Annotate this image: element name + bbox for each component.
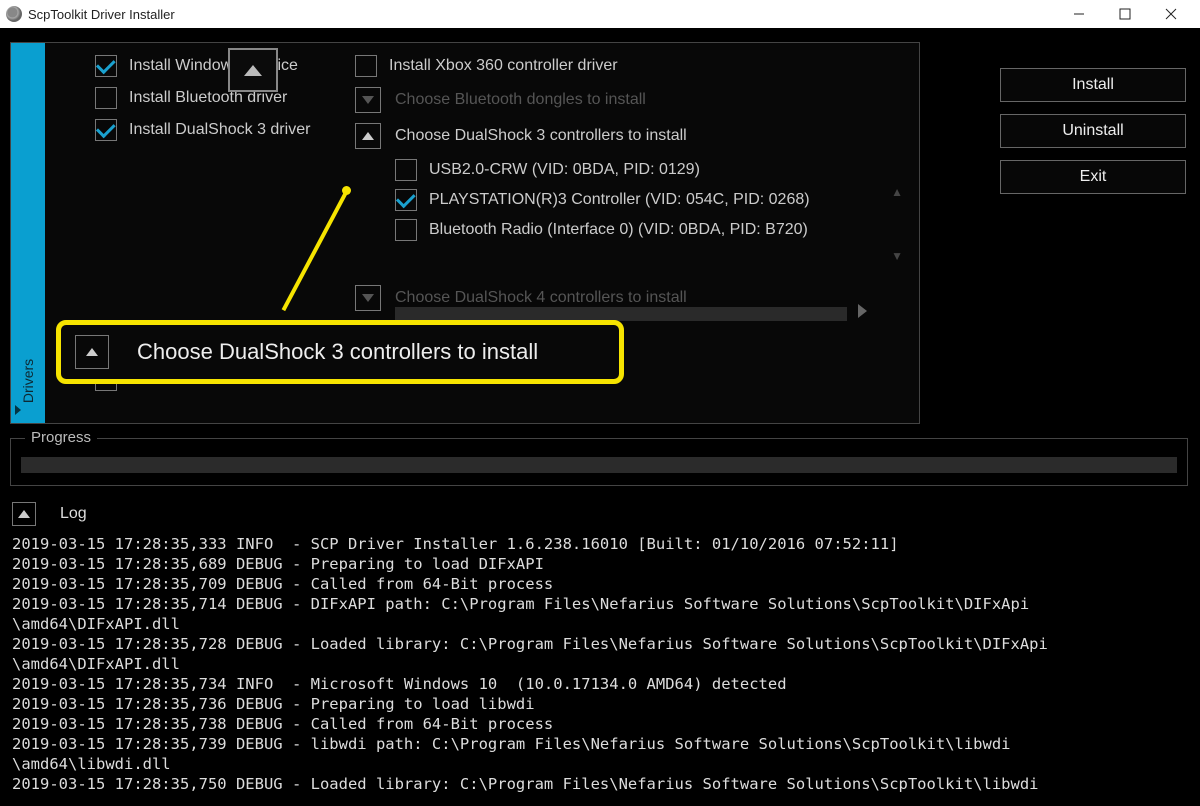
checkbox-windows-service[interactable] — [95, 55, 117, 77]
close-button[interactable] — [1148, 0, 1194, 28]
drivers-tab-label: Drivers — [20, 359, 36, 403]
horizontal-scrollbar[interactable] — [395, 307, 847, 321]
log-output[interactable]: 2019-03-15 17:28:35,333 INFO - SCP Drive… — [12, 534, 1194, 794]
scroll-hint[interactable]: ▲ ▼ — [891, 185, 903, 263]
annotation-callout: Choose DualShock 3 controllers to instal… — [56, 320, 624, 384]
chevron-up-icon — [244, 65, 262, 76]
label-xbox360-driver: Install Xbox 360 controller driver — [389, 57, 618, 75]
checkbox-bluetooth-driver[interactable] — [95, 87, 117, 109]
chevron-down-icon: ▼ — [891, 249, 903, 263]
collapse-panel-button[interactable] — [228, 48, 278, 92]
exit-button[interactable]: Exit — [1000, 160, 1186, 194]
titlebar: ScpToolkit Driver Installer — [0, 0, 1200, 28]
label-bt-dongles: Choose Bluetooth dongles to install — [395, 91, 646, 109]
progress-bar — [21, 457, 1177, 473]
minimize-button[interactable] — [1056, 0, 1102, 28]
install-button[interactable]: Install — [1000, 68, 1186, 102]
chevron-up-icon — [18, 510, 30, 518]
label-ds4-choose: Choose DualShock 4 controllers to instal… — [395, 289, 687, 307]
expand-bt-dongles[interactable] — [355, 87, 381, 113]
expand-ds3-controllers[interactable] — [355, 123, 381, 149]
chevron-right-icon — [858, 304, 867, 318]
progress-label: Progress — [25, 429, 97, 446]
log-area: Log 2019-03-15 17:28:35,333 INFO - SCP D… — [12, 502, 1194, 806]
checkbox-device-2[interactable] — [395, 219, 417, 241]
app-body: Drivers Install Windows Service Install … — [0, 28, 1200, 806]
checkbox-ds3-driver[interactable] — [95, 119, 117, 141]
window-title: ScpToolkit Driver Installer — [28, 7, 175, 22]
checkbox-xbox360-driver[interactable] — [355, 55, 377, 77]
log-label: Log — [60, 505, 87, 523]
app-icon — [6, 6, 22, 22]
chevron-up-icon — [86, 348, 98, 356]
callout-expand-icon — [75, 335, 109, 369]
chevron-left-icon — [15, 405, 21, 415]
drivers-tab[interactable]: Drivers — [11, 43, 45, 423]
expand-ds4-controllers[interactable] — [355, 285, 381, 311]
maximize-button[interactable] — [1102, 0, 1148, 28]
label-ds3-driver: Install DualShock 3 driver — [129, 121, 310, 139]
label-ds3-choose: Choose DualShock 3 controllers to instal… — [395, 127, 687, 145]
label-device-2: Bluetooth Radio (Interface 0) (VID: 0BDA… — [429, 221, 808, 239]
checkbox-device-0[interactable] — [395, 159, 417, 181]
chevron-up-icon: ▲ — [891, 185, 903, 199]
chevron-down-icon — [362, 96, 374, 104]
collapse-log-button[interactable] — [12, 502, 36, 526]
progress-group: Progress — [10, 438, 1188, 486]
label-device-0: USB2.0-CRW (VID: 0BDA, PID: 0129) — [429, 161, 700, 179]
chevron-down-icon — [362, 294, 374, 302]
callout-label: Choose DualShock 3 controllers to instal… — [137, 339, 538, 365]
checkbox-device-1[interactable] — [395, 189, 417, 211]
chevron-up-icon — [362, 132, 374, 140]
uninstall-button[interactable]: Uninstall — [1000, 114, 1186, 148]
label-device-1: PLAYSTATION(R)3 Controller (VID: 054C, P… — [429, 191, 810, 209]
